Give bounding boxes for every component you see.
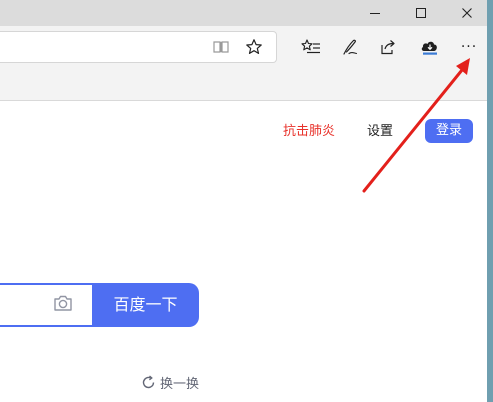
minimize-button[interactable] bbox=[353, 0, 397, 26]
refresh-label: 换一换 bbox=[160, 376, 200, 392]
share-button[interactable] bbox=[374, 33, 402, 61]
download-button[interactable] bbox=[416, 33, 444, 61]
share-icon bbox=[381, 40, 395, 55]
favorites-bar bbox=[0, 66, 493, 101]
favorites-button[interactable] bbox=[297, 33, 325, 61]
download-icon bbox=[421, 41, 437, 55]
reading-view-button[interactable] bbox=[207, 33, 235, 61]
search-button[interactable]: 百度一下 bbox=[92, 283, 199, 327]
reading-view-icon bbox=[213, 41, 229, 53]
more-button[interactable]: ··· bbox=[455, 33, 483, 61]
pen-icon bbox=[343, 39, 358, 55]
search-input[interactable] bbox=[0, 283, 94, 327]
maximize-button[interactable] bbox=[399, 0, 443, 26]
close-button[interactable] bbox=[445, 0, 489, 26]
minimize-icon bbox=[370, 13, 380, 14]
window-edge bbox=[487, 0, 493, 402]
favorite-star-icon bbox=[246, 39, 262, 54]
favorites-list-icon bbox=[301, 39, 320, 54]
address-bar[interactable] bbox=[0, 31, 277, 63]
refresh-link[interactable]: 换一换 bbox=[141, 373, 200, 392]
login-button[interactable]: 登录 bbox=[425, 119, 473, 143]
notes-button[interactable] bbox=[336, 33, 364, 61]
camera-icon bbox=[54, 295, 72, 311]
more-icon: ··· bbox=[460, 39, 478, 55]
camera-search-button[interactable] bbox=[52, 292, 74, 314]
favorite-button[interactable] bbox=[240, 33, 268, 61]
page-content: 抗击肺炎 设置 登录 百度一下 换一换 bbox=[0, 101, 493, 402]
close-icon bbox=[462, 8, 472, 18]
settings-link[interactable]: 设置 bbox=[367, 123, 393, 141]
maximize-icon bbox=[416, 8, 426, 18]
anti-epidemic-link[interactable]: 抗击肺炎 bbox=[283, 123, 335, 141]
refresh-icon bbox=[142, 375, 155, 388]
